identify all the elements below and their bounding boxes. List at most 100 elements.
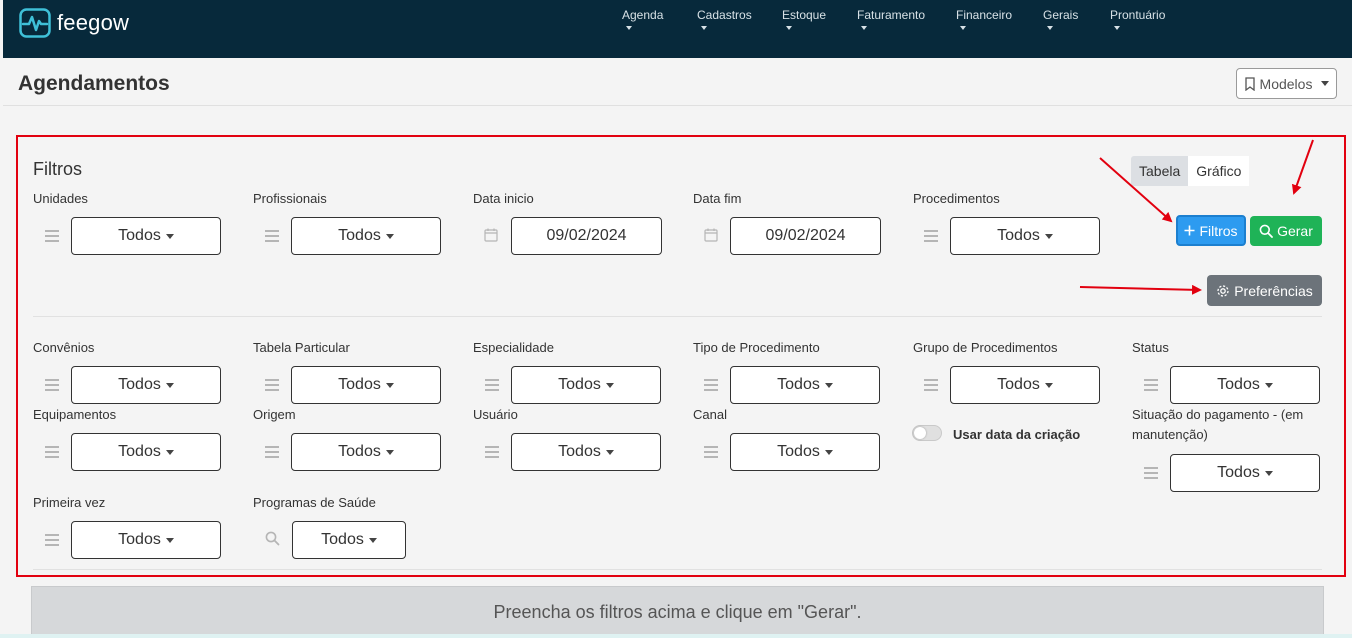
select-canal[interactable]: Todos (730, 433, 880, 471)
select-value: Todos (997, 227, 1040, 244)
select-especialidade[interactable]: Todos (511, 366, 661, 404)
label-origem: Origem (253, 407, 296, 422)
label-especialidade: Especialidade (473, 340, 554, 355)
nav-label: Prontuário (1110, 8, 1166, 22)
nav-label: Gerais (1043, 8, 1079, 22)
drag-handle-icon[interactable] (704, 446, 718, 458)
caret-down-icon (1047, 26, 1053, 30)
page-title: Agendamentos (18, 72, 170, 95)
drag-handle-icon[interactable] (924, 230, 938, 242)
nav-financeiro[interactable]: Financeiro (956, 8, 1012, 30)
label-data-inicio: Data inicio (473, 191, 534, 206)
view-toggle: Tabela Gráfico (1131, 156, 1250, 186)
caret-down-icon (1044, 382, 1053, 388)
nav-label: Cadastros (697, 8, 752, 22)
preferences-button[interactable]: Preferências (1207, 275, 1322, 306)
caret-down-icon (701, 26, 707, 30)
select-tabela-particular[interactable]: Todos (291, 366, 441, 404)
usar-data-criacao-label: Usar data da criação (953, 427, 1081, 442)
label-profissionais: Profissionais (253, 191, 327, 206)
select-origem[interactable]: Todos (291, 433, 441, 471)
select-value: Todos (338, 227, 381, 244)
usar-data-criacao-toggle[interactable] (912, 425, 942, 441)
drag-handle-icon[interactable] (45, 230, 59, 242)
drag-handle-icon[interactable] (1144, 379, 1158, 391)
select-value: Todos (1217, 376, 1260, 393)
select-usuario[interactable]: Todos (511, 433, 661, 471)
nav-gerais[interactable]: Gerais (1043, 8, 1078, 30)
generate-button[interactable]: Gerar (1250, 216, 1322, 246)
caret-down-icon (861, 26, 867, 30)
select-value: Todos (118, 227, 161, 244)
nav-faturamento[interactable]: Faturamento (857, 8, 925, 30)
select-convenios[interactable]: Todos (71, 366, 221, 404)
tab-tabela[interactable]: Tabela (1131, 156, 1189, 186)
drag-handle-icon[interactable] (924, 379, 938, 391)
gear-icon (1217, 284, 1229, 297)
label-procedimentos: Procedimentos (913, 191, 1000, 206)
caret-down-icon (165, 537, 174, 543)
drag-handle-icon[interactable] (265, 379, 279, 391)
select-unidades[interactable]: Todos (71, 217, 221, 255)
top-navbar: feegow Agenda Cadastros Estoque Faturame… (3, 0, 1352, 58)
drag-handle-icon[interactable] (704, 379, 718, 391)
select-grupo-procedimentos[interactable]: Todos (950, 366, 1100, 404)
filters-title: Filtros (33, 159, 82, 179)
select-value: Todos (118, 443, 161, 460)
search-icon (265, 531, 280, 546)
drag-handle-icon[interactable] (45, 379, 59, 391)
select-tipo-procedimento[interactable]: Todos (730, 366, 880, 404)
caret-down-icon (1114, 26, 1120, 30)
drag-handle-icon[interactable] (485, 379, 499, 391)
drag-handle-icon[interactable] (265, 230, 279, 242)
label-tabela-particular: Tabela Particular (253, 340, 350, 355)
nav-prontuario[interactable]: Prontuário (1110, 8, 1165, 30)
nav-label: Faturamento (857, 8, 926, 22)
select-status[interactable]: Todos (1170, 366, 1320, 404)
select-profissionais[interactable]: Todos (291, 217, 441, 255)
caret-down-icon (824, 382, 833, 388)
drag-handle-icon[interactable] (265, 446, 279, 458)
select-equipamentos[interactable]: Todos (71, 433, 221, 471)
select-procedimentos[interactable]: Todos (950, 217, 1100, 255)
select-programas-saude[interactable]: Todos (292, 521, 406, 559)
nav-cadastros[interactable]: Cadastros (697, 8, 752, 30)
drag-handle-icon[interactable] (485, 446, 499, 458)
input-data-inicio[interactable]: 09/02/2024 (511, 217, 662, 255)
label-grupo-procedimentos: Grupo de Procedimentos (913, 340, 1058, 355)
drag-handle-icon[interactable] (1144, 467, 1158, 479)
label-canal: Canal (693, 407, 727, 422)
search-icon (1259, 224, 1273, 238)
input-data-fim[interactable]: 09/02/2024 (730, 217, 881, 255)
divider (33, 316, 1322, 317)
nav-agenda[interactable]: Agenda (622, 8, 663, 30)
select-value: Todos (1217, 464, 1260, 481)
modelos-dropdown-button[interactable]: Modelos (1236, 68, 1337, 99)
label-usuario: Usuário (473, 407, 518, 422)
plus-icon (1184, 225, 1195, 236)
gerar-label: Gerar (1277, 223, 1313, 239)
drag-handle-icon[interactable] (45, 534, 59, 546)
caret-down-icon (605, 382, 614, 388)
select-value: Todos (777, 443, 820, 460)
bookmark-icon (1244, 76, 1255, 91)
page-header: Agendamentos Modelos (3, 58, 1352, 106)
select-value: Todos (558, 443, 601, 460)
nav-label: Financeiro (956, 8, 1013, 22)
select-value: Todos (321, 531, 364, 548)
caret-down-icon (824, 449, 833, 455)
calendar-icon (704, 228, 718, 242)
empty-state-message: Preencha os filtros acima e clique em "G… (31, 586, 1324, 638)
caret-down-icon (1321, 81, 1330, 86)
nav-estoque[interactable]: Estoque (782, 8, 826, 30)
add-filters-button[interactable]: Filtros (1176, 215, 1246, 246)
tab-grafico[interactable]: Gráfico (1188, 156, 1250, 186)
drag-handle-icon[interactable] (45, 446, 59, 458)
caret-down-icon (1264, 470, 1273, 476)
filtros-label: Filtros (1199, 222, 1238, 239)
select-situacao-pagamento[interactable]: Todos (1170, 454, 1320, 492)
divider (33, 569, 1322, 570)
caret-down-icon (385, 233, 394, 239)
caret-down-icon (385, 382, 394, 388)
select-primeira-vez[interactable]: Todos (71, 521, 221, 559)
